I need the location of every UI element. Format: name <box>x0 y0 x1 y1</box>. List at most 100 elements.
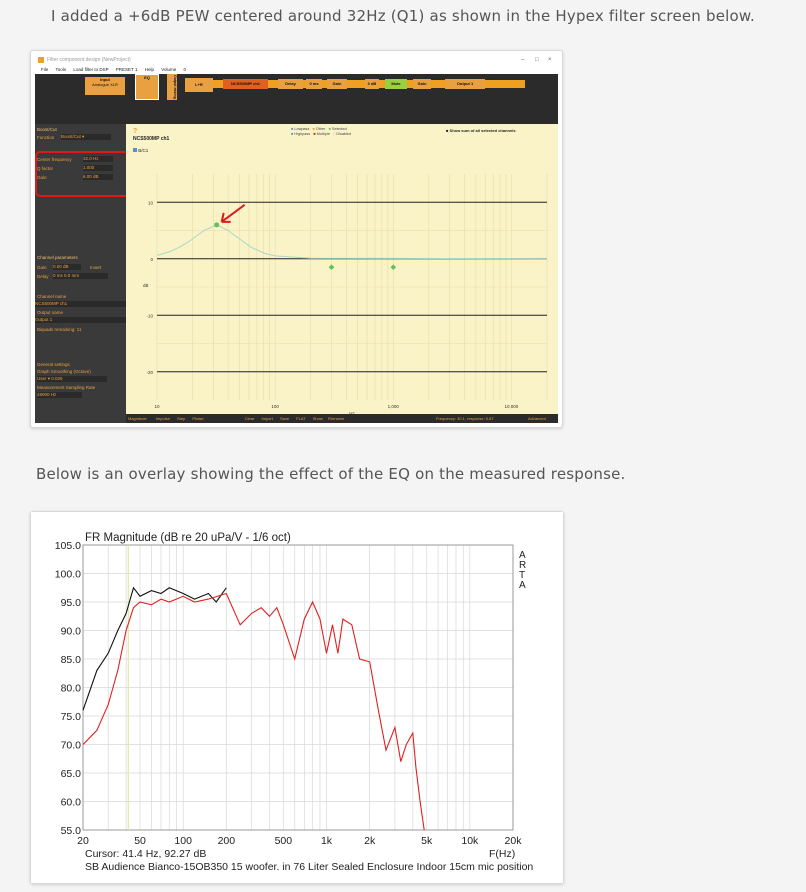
ch-gain-unit: dB <box>63 264 69 269</box>
menu-preset[interactable]: PRESET 1 <box>116 67 138 72</box>
arta-brand-letter: A <box>519 580 526 591</box>
menu-volume[interactable]: Volume <box>161 67 176 72</box>
x-tick-label: 1,000 <box>388 404 400 409</box>
function-value: Boost/Cut <box>61 134 81 139</box>
maximize-icon[interactable]: □ <box>535 55 539 65</box>
arta-screenshot: 105.0 100.0 95.0 90.0 85.0 80.0 75.0 70.0 65.0 60… <box>30 511 564 884</box>
filename-button[interactable]: Filename <box>328 416 344 421</box>
y-tick-label: 80.0 <box>61 683 82 695</box>
chain-mute[interactable]: Mute <box>385 79 407 89</box>
delay-mm-unit: mm <box>71 273 80 278</box>
smoothing-user: User <box>37 376 47 381</box>
sampling-rate-value: 48000 <box>37 392 50 397</box>
x-tick-label: 50 <box>134 835 146 847</box>
x-tick-label: 10k <box>461 835 479 847</box>
tab-magnitude[interactable]: Magnitude <box>128 416 147 421</box>
status-bar: Magnitude Impulse Step Phase Clear Impor… <box>126 414 558 423</box>
post-paragraph-2: Below is an overlay showing the effect o… <box>36 465 626 483</box>
filter-plot-pane: ? NCS500MP ch1 B/C1 ■ Lowpass ■ Other ■ … <box>126 124 558 423</box>
window-titlebar: Filter component design (NewProject) – □… <box>35 55 558 65</box>
y-tick-label: 60.0 <box>61 797 82 809</box>
smoothing-value: 0.025 <box>51 376 63 381</box>
tab-phase[interactable]: Phase <box>192 416 203 421</box>
channel-name-label: Channel name <box>37 294 67 299</box>
chain-gain-2[interactable]: Gain <box>413 79 431 89</box>
filter-name: Boost/Cut <box>37 127 57 132</box>
y-tick-label: 100.0 <box>55 569 81 581</box>
clear-button[interactable]: Clear <box>245 416 255 421</box>
post-paragraph-1: I added a +6dB PEW centered around 32Hz … <box>51 7 755 25</box>
output-mixing-block[interactable]: Output mixing <box>167 74 177 100</box>
smoothing-select[interactable]: User ▾ 0.025 <box>37 376 107 382</box>
menu-help[interactable]: Help <box>145 67 154 72</box>
x-tick-label: 100 <box>271 404 279 409</box>
function-select[interactable]: Boost/Cut ▾ <box>61 134 111 140</box>
x-axis-unit: F(Hz) <box>489 848 515 860</box>
import-button[interactable]: Import <box>261 416 272 421</box>
chart-title: FR Magnitude (dB re 20 uPa/V - 1/6 oct) <box>85 532 291 544</box>
chain-delay-value: 0 ms <box>306 79 322 89</box>
volume-value[interactable]: 0 <box>184 67 187 72</box>
y-tick-label: 75.0 <box>61 711 82 723</box>
x-tick-label: 20k <box>505 835 523 847</box>
chain-channel[interactable]: NCS500MP ch1 <box>223 79 268 89</box>
y-tick-label: 105.0 <box>55 540 81 552</box>
app-icon <box>38 57 44 63</box>
filter-response-curve <box>156 224 548 260</box>
y-tick-label: -10 <box>146 313 153 318</box>
close-icon[interactable]: × <box>548 55 552 65</box>
flat-button[interactable]: FLAT <box>296 416 305 421</box>
chain-delay[interactable]: Delay <box>278 79 303 89</box>
y-tick-label: 95.0 <box>61 597 82 609</box>
sampling-rate-label: Measurement Sampling Rate <box>37 385 96 390</box>
eq-block[interactable]: EQ <box>135 74 159 100</box>
general-settings-heading: General settings <box>37 362 70 367</box>
window-title: Filter component design (NewProject) <box>47 57 131 63</box>
y-tick-label: 65.0 <box>61 768 82 780</box>
delay-mm: 0.0 <box>64 273 71 278</box>
cursor-readout: Cursor: 41.4 Hz, 92.27 dB <box>85 848 206 860</box>
filter-response-plot[interactable]: -20-10010dB10 100 1,000 10,000Hz <box>126 124 558 414</box>
ch-gain-field[interactable]: 0.00 dB <box>53 264 81 270</box>
input-block[interactable]: Input Analogue XLR <box>85 77 125 95</box>
lr-block[interactable]: L+R <box>185 78 213 92</box>
menu-load-filter[interactable]: Load filter to DSP <box>73 67 108 72</box>
delay-value: 0 <box>53 273 56 278</box>
graph-smoothing-label: Graph Smoothing (Octave) <box>37 369 91 374</box>
x-tick-label: 5k <box>421 835 433 847</box>
x-tick-label: 10 <box>154 404 160 409</box>
show-button[interactable]: Show <box>313 416 323 421</box>
x-tick-label: 1k <box>321 835 333 847</box>
delay-label: Delay <box>37 274 49 279</box>
signal-chain-toolbar: Input Analogue XLR EQ Output mixing L+R … <box>35 74 558 124</box>
chain-output[interactable]: Output 1 <box>445 79 485 89</box>
x-tick-label: 2k <box>364 835 376 847</box>
delay-unit: ms <box>56 273 63 278</box>
y-tick-label: 70.0 <box>61 740 82 752</box>
save-button[interactable]: Save <box>280 416 289 421</box>
chart-footer: SB Audience Bianco-15OB350 15 woofer. in… <box>85 861 533 873</box>
invert-checkbox[interactable]: Invert <box>90 265 101 270</box>
biquads-remaining: Biquads remaining: 11 <box>37 327 82 332</box>
advanced-button[interactable]: Advanced <box>528 414 546 423</box>
filter-handle-icon <box>328 264 335 271</box>
chart-background <box>31 512 563 883</box>
menu-tools[interactable]: Tools <box>56 67 67 72</box>
x-tick-label: 200 <box>218 835 236 847</box>
y-tick-label: 85.0 <box>61 654 82 666</box>
minimize-icon[interactable]: – <box>521 55 524 65</box>
menu-file[interactable]: File <box>41 67 48 72</box>
channel-name-field[interactable]: NCS500MP ch1 <box>35 301 126 307</box>
sampling-rate-field[interactable]: 48000 Hz <box>37 392 82 398</box>
hypex-screenshot: Filter component design (NewProject) – □… <box>30 50 563 428</box>
delay-field[interactable]: 0 ms 0.0 mm <box>53 273 108 279</box>
chain-gain[interactable]: Gain <box>327 79 347 89</box>
sampling-rate-unit: Hz <box>50 392 57 397</box>
hypex-window: Filter component design (NewProject) – □… <box>35 55 558 423</box>
tab-step[interactable]: Step <box>177 416 185 421</box>
filter-handle-icon <box>390 264 397 271</box>
output-name-field[interactable]: Output 1 <box>35 317 126 323</box>
tab-impulse[interactable]: Impulse <box>156 416 170 421</box>
x-tick-label: 500 <box>275 835 293 847</box>
y-tick-label: 0 <box>150 257 153 262</box>
